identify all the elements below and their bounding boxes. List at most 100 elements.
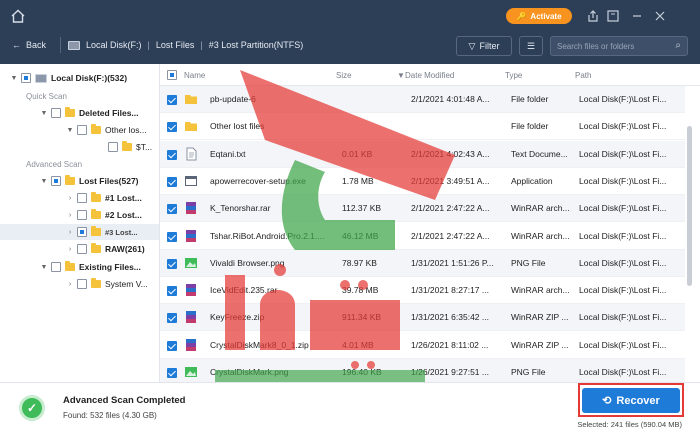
checkbox[interactable] [108, 142, 118, 152]
chevron-down-icon[interactable]: ▼ [66, 127, 74, 134]
chevron-right-icon[interactable]: › [66, 229, 74, 236]
table-row[interactable]: KeyFreeze.zip 911.34 KB 1/31/2021 6:35:42 … [160, 304, 685, 332]
exe-file-icon [184, 174, 198, 188]
breadcrumb-item[interactable]: #3 Lost Partition(NTFS) [209, 40, 304, 50]
tree-item-local-disk[interactable]: ▼ Local Disk(F:)(532) [10, 70, 127, 86]
file-type: File folder [511, 94, 549, 104]
file-date: 1/26/2021 8:11:02 ... [411, 339, 489, 350]
breadcrumb-item[interactable]: Local Disk(F:) [86, 40, 142, 50]
search-box[interactable]: ⌕ [550, 36, 688, 56]
close-icon[interactable] [653, 9, 667, 23]
checkbox[interactable] [77, 193, 87, 203]
select-all-checkbox[interactable] [167, 70, 177, 80]
row-checkbox[interactable] [167, 176, 177, 187]
folder-icon [91, 278, 101, 288]
tree-item-lost-2[interactable]: › #2 Lost... [66, 207, 142, 223]
text-file-icon [184, 147, 198, 161]
row-checkbox[interactable] [167, 340, 177, 351]
column-header-name[interactable]: Name [184, 71, 205, 80]
table-row[interactable]: Other lost files File folder Local Disk(F:… [160, 113, 685, 141]
home-icon[interactable] [10, 9, 26, 23]
checkbox[interactable] [77, 125, 87, 135]
recover-button[interactable]: ⟲ Recover [582, 388, 680, 413]
chevron-down-icon[interactable]: ▼ [40, 178, 48, 185]
row-checkbox[interactable] [167, 286, 177, 297]
chevron-right-icon[interactable]: › [66, 195, 74, 202]
file-type: PNG File [511, 257, 546, 268]
file-type: WinRAR arch... [511, 203, 570, 214]
table-row[interactable]: Vivaldi Browser.png 78.97 KB 1/31/2021 1:5… [160, 249, 685, 277]
row-checkbox[interactable] [167, 231, 177, 242]
chevron-down-icon[interactable]: ▼ [40, 110, 48, 117]
row-checkbox[interactable] [167, 368, 177, 378]
column-header-path[interactable]: Path [575, 71, 591, 80]
tree-item-lost-3[interactable]: › #3 Lost... [0, 224, 159, 240]
file-name: KeyFreeze.zip [210, 312, 265, 323]
checkbox[interactable] [77, 244, 87, 254]
checkbox[interactable] [51, 176, 61, 186]
chevron-right-icon[interactable]: › [66, 246, 74, 253]
tree-item-deleted-files[interactable]: ▼ Deleted Files... [40, 105, 139, 121]
table-row[interactable]: CrystalDiskMark.png 196.40 KB 1/26/2021 9:… [160, 359, 685, 382]
table-row[interactable]: Eqtani.txt 0.01 KB 2/1/2021 4:02:43 A... Te… [160, 140, 685, 168]
file-type: WinRAR ZIP ... [511, 312, 569, 323]
list-view-button[interactable]: ☰ [519, 36, 543, 56]
scrollbar-thumb[interactable] [687, 126, 692, 286]
chevron-down-icon[interactable]: ▼ [10, 75, 18, 82]
file-path: Local Disk(F:)\Lost Fi... [579, 312, 667, 323]
file-type: WinRAR ZIP ... [511, 339, 569, 350]
table-row[interactable]: IceVidEdit.235.rar 39.78 MB 1/31/2021 8:27… [160, 277, 685, 305]
folder-icon [122, 141, 132, 151]
activate-button[interactable]: 🔑 Activate [506, 8, 572, 24]
zip-file-icon [184, 310, 198, 324]
table-row[interactable]: pb-update-6 2/1/2021 4:01:48 A... File fol… [160, 86, 685, 113]
folder-icon [91, 192, 101, 202]
chevron-right-icon[interactable]: › [66, 281, 74, 288]
tree-item-lost-1[interactable]: › #1 Lost... [66, 190, 142, 206]
minimize-icon[interactable] [630, 9, 644, 23]
row-checkbox[interactable] [167, 149, 177, 160]
scrollbar[interactable] [686, 86, 694, 380]
checkbox[interactable] [51, 108, 61, 118]
search-input[interactable] [551, 37, 661, 55]
file-type: PNG File [511, 367, 546, 377]
file-path: Local Disk(F:)\Lost Fi... [579, 203, 667, 214]
settings-icon[interactable] [606, 9, 620, 23]
row-checkbox[interactable] [167, 204, 177, 215]
tree-item-other-lost[interactable]: ▼ Other los... [66, 122, 147, 138]
tree-item-raw[interactable]: › RAW(261) [66, 241, 145, 257]
row-checkbox[interactable] [167, 258, 177, 269]
table-row[interactable]: Tshar.RiBot.Android.Pro.2.1.... 46.12 MB 2… [160, 223, 685, 250]
file-name: Eqtani.txt [210, 148, 246, 159]
checkbox[interactable] [77, 210, 87, 220]
folder-icon [91, 124, 101, 134]
tree-item-existing-files[interactable]: ▼ Existing Files... [40, 259, 141, 275]
tree-item-system-volume[interactable]: › System V... [66, 276, 148, 292]
column-header-size[interactable]: Size [336, 71, 352, 80]
chevron-down-icon[interactable]: ▼ [40, 264, 48, 271]
checkbox[interactable] [21, 73, 31, 83]
breadcrumb-separator: | [147, 40, 150, 50]
checkbox[interactable] [77, 227, 87, 237]
table-row[interactable]: apowerrecover-setup.exe 1.78 MB 2/1/2021 3… [160, 168, 685, 195]
row-checkbox[interactable] [167, 122, 177, 133]
file-size: 78.97 KB [342, 257, 377, 268]
share-icon[interactable] [586, 9, 600, 23]
table-row[interactable]: CrystalDiskMark8_0_1.zip 4.01 MB 1/26/2021… [160, 332, 685, 359]
row-checkbox[interactable] [167, 95, 177, 105]
file-path: Local Disk(F:)\Lost Fi... [579, 367, 667, 377]
column-header-date[interactable]: Date Modified [405, 71, 454, 80]
checkbox[interactable] [51, 262, 61, 272]
filter-button[interactable]: ▽ Filter [456, 36, 512, 56]
column-header-type[interactable]: Type [505, 71, 522, 80]
row-checkbox[interactable] [167, 313, 177, 324]
search-icon[interactable]: ⌕ [675, 40, 681, 51]
table-row[interactable]: K_Tenorshar.rar 112.37 KB 2/1/2021 2:47:22… [160, 195, 685, 223]
file-name: Other lost files [210, 121, 265, 132]
checkbox[interactable] [77, 279, 87, 289]
tree-item-t[interactable]: $T... [108, 139, 152, 155]
chevron-right-icon[interactable]: › [66, 212, 74, 219]
back-button[interactable]: ← Back [12, 40, 46, 50]
breadcrumb-item[interactable]: Lost Files [156, 40, 195, 50]
tree-item-lost-files[interactable]: ▼ Lost Files(527) [40, 173, 139, 189]
